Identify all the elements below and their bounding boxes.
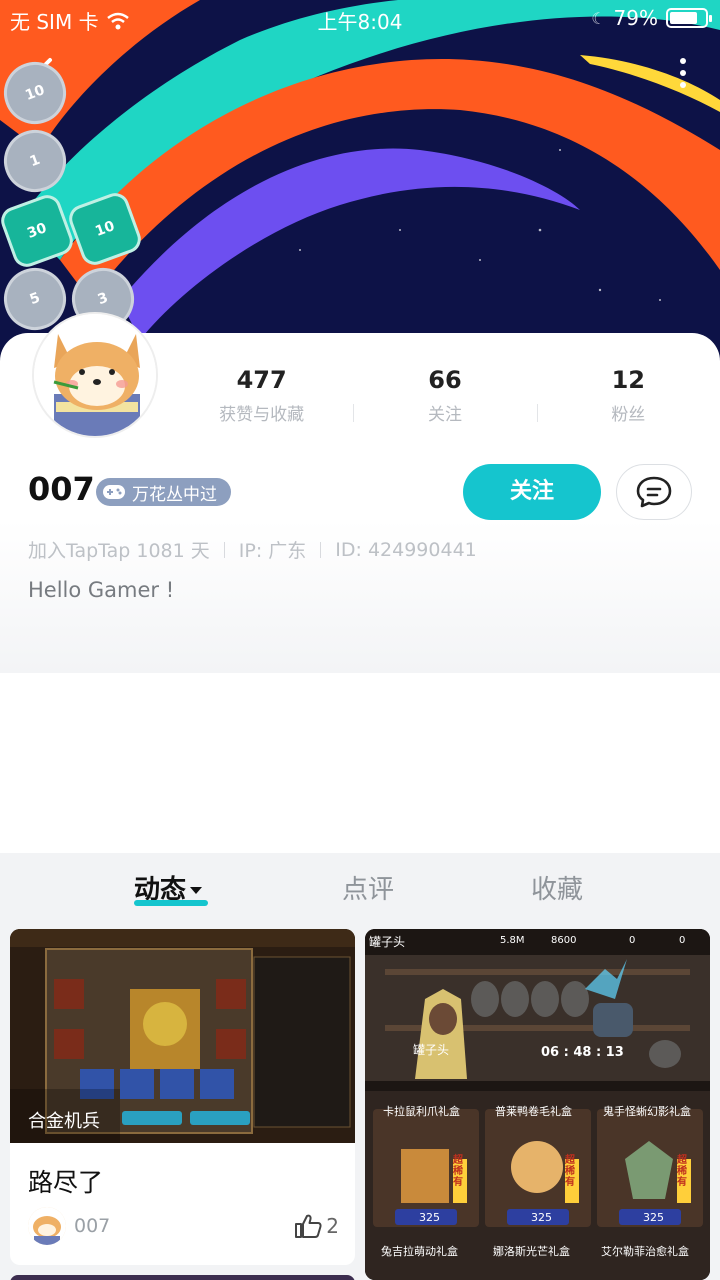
stat-likes[interactable]: 477 获赞与收藏 <box>170 366 353 425</box>
post-thumbnail: 合金机兵 <box>10 929 355 1143</box>
profile-page: 无 SIM 卡 上午8:04 ☾ 79% 10 1 30 10 5 3 477 … <box>0 0 720 1280</box>
more-dot <box>680 58 686 64</box>
status-bar: 无 SIM 卡 上午8:04 ☾ 79% <box>0 0 720 38</box>
stat-value: 477 <box>236 366 287 394</box>
avatar[interactable] <box>32 312 158 438</box>
post-card[interactable]: 合金机兵 路尽了 007 2 <box>10 929 355 1265</box>
box-price: 325 <box>643 1211 664 1224</box>
profile-tabs: 动态 点评 收藏 <box>0 853 720 923</box>
follow-button[interactable]: 关注 <box>463 464 601 520</box>
divider <box>320 541 322 558</box>
stat-label: 获赞与收藏 <box>219 405 305 425</box>
shiba-avatar-small <box>28 1207 66 1245</box>
spacer <box>0 673 720 853</box>
badge-count: 5 <box>27 289 43 309</box>
tab-label: 收藏 <box>531 875 584 905</box>
badge-count: 10 <box>93 218 117 240</box>
user-id: ID: 424990441 <box>335 538 477 561</box>
more-dot <box>680 70 686 76</box>
stat-value: 12 <box>611 366 646 394</box>
status-right: ☾ 79% <box>591 6 712 30</box>
box-name: 鬼手怪蜥幻影礼盒 <box>603 1105 691 1118</box>
join-days: 加入TapTap 1081 天 <box>28 540 210 562</box>
badge-count: 1 <box>27 151 43 171</box>
box-name: 卡拉鼠利爪礼盒 <box>383 1105 460 1118</box>
ip-location: IP: 广东 <box>238 540 307 562</box>
moon-icon: ☾ <box>591 8 606 28</box>
gamepad-icon <box>103 485 125 499</box>
stat-followers[interactable]: 12 粉丝 <box>536 366 720 425</box>
rarity-tag: 超稀有 <box>453 1155 463 1188</box>
rarity-tag: 超稀有 <box>565 1155 575 1188</box>
timer: 06 : 48 : 13 <box>541 1045 624 1060</box>
card-count: 0 <box>629 935 636 946</box>
box-price: 325 <box>419 1211 440 1224</box>
box-name: 艾尔勒菲治愈礼盒 <box>601 1245 689 1258</box>
box-price: 325 <box>531 1211 552 1224</box>
stat-label: 粉丝 <box>611 405 646 425</box>
title-tag-label: 万花丛中过 <box>132 484 217 505</box>
chat-bubble-icon <box>636 476 672 508</box>
gem-count: 8600 <box>551 935 577 946</box>
thumbs-up-icon <box>295 1214 322 1238</box>
tab-label: 点评 <box>342 875 395 905</box>
jar-label: 罐子头 <box>413 1043 450 1057</box>
battery-fill <box>670 12 697 24</box>
rarity-tag: 超稀有 <box>677 1155 687 1188</box>
badge-count: 30 <box>25 220 49 242</box>
player-name: 罐子头 <box>369 935 406 949</box>
bio: Hello Gamer ! <box>28 578 175 602</box>
game-name-label: 合金机兵 <box>28 1111 100 1132</box>
battery-percent: 79% <box>613 6 658 30</box>
message-button[interactable] <box>616 464 692 520</box>
card-count: 0 <box>679 935 686 946</box>
author-name: 007 <box>74 1215 111 1237</box>
coin-count: 5.8M <box>500 935 525 946</box>
divider <box>223 541 225 558</box>
battery-icon <box>666 8 712 28</box>
active-tab-indicator <box>134 900 208 906</box>
badge-count: 3 <box>95 289 111 309</box>
title-tag[interactable]: 万花丛中过 <box>96 478 231 506</box>
feed-grid: 合金机兵 路尽了 007 2 罐子头 5.8M 8600 0 0 罐子头 06 … <box>10 929 710 1280</box>
like-button[interactable]: 2 <box>294 1213 339 1239</box>
box-name: 兔吉拉萌动礼盒 <box>381 1245 458 1258</box>
profile-stats: 477 获赞与收藏 66 关注 12 粉丝 <box>170 366 720 425</box>
shiba-avatar-image <box>34 314 156 436</box>
post-card[interactable] <box>10 1275 355 1280</box>
tab-reviews[interactable]: 点评 <box>342 869 394 906</box>
badge-count: 10 <box>23 82 47 104</box>
post-title: 路尽了 <box>28 1168 104 1197</box>
more-options-button[interactable] <box>676 58 690 88</box>
profile-meta: 加入TapTap 1081 天 IP: 广东 ID: 424990441 <box>28 536 477 563</box>
stat-value: 66 <box>428 366 462 394</box>
username: 007 <box>28 470 95 508</box>
tab-favorites[interactable]: 收藏 <box>531 869 583 906</box>
box-name: 普莱鸭卷毛礼盒 <box>495 1105 572 1118</box>
more-dot <box>680 82 686 88</box>
author-avatar <box>28 1207 66 1245</box>
like-count: 2 <box>326 1214 339 1238</box>
post-card[interactable]: 罐子头 5.8M 8600 0 0 罐子头 06 : 48 : 13 卡拉鼠利爪… <box>365 929 710 1280</box>
box-name: 娜洛斯光芒礼盒 <box>493 1245 570 1258</box>
caret-down-icon <box>190 887 203 894</box>
stat-label: 关注 <box>427 405 462 425</box>
stat-following[interactable]: 66 关注 <box>353 366 536 425</box>
